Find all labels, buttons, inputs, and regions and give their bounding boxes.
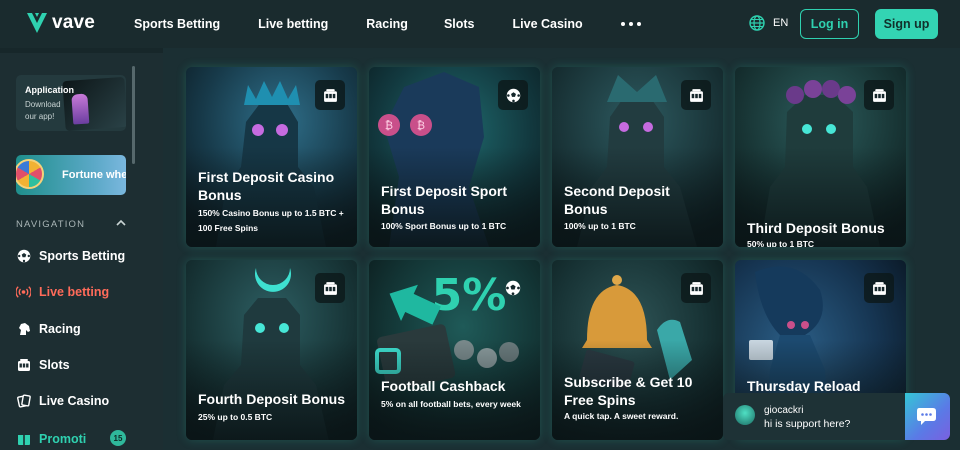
app-card-subtitle: Download our app! xyxy=(25,100,61,121)
globe-icon xyxy=(749,15,765,31)
sidebar-item-label: Racing xyxy=(39,321,81,336)
sidebar-scrollbar[interactable] xyxy=(132,66,135,164)
promo-description: A quick tap. A sweet reward. xyxy=(564,411,679,421)
vave-logo[interactable]: vave xyxy=(26,11,95,35)
promo-title: First Deposit Casino Bonus xyxy=(198,169,335,203)
svg-text:5%: 5% xyxy=(432,270,507,321)
live-broadcast-icon xyxy=(16,284,31,299)
nav-slots[interactable]: Slots xyxy=(444,17,475,31)
soccer-ball-icon xyxy=(498,80,528,110)
fortune-wheel-icon xyxy=(16,159,44,189)
nav-racing[interactable]: Racing xyxy=(366,17,408,31)
brand-name: vave xyxy=(52,12,96,33)
sidebar-item-racing[interactable]: Racing xyxy=(16,321,81,336)
promo-title: Football Cashback xyxy=(381,378,506,394)
slot-machine-icon xyxy=(864,273,894,303)
sidebar-item-label: Live Casino xyxy=(39,393,110,408)
sidebar-item-promotions[interactable]: Promoti xyxy=(16,431,86,446)
promo-description: 150% Casino Bonus up to 1.5 BTC + 100 Fr… xyxy=(198,208,344,233)
sidebar-item-slots[interactable]: Slots xyxy=(16,357,70,372)
chat-bubbles-icon xyxy=(916,407,936,425)
main-nav: Sports Betting Live betting Racing Slots… xyxy=(134,0,641,48)
horse-head-icon xyxy=(16,321,31,336)
sidebar-item-live-casino[interactable]: Live Casino xyxy=(16,393,109,408)
chat-agent-name: giocackri xyxy=(764,405,804,416)
promo-title: Fourth Deposit Bonus xyxy=(198,391,345,407)
live-casino-icon xyxy=(16,393,31,408)
signup-button[interactable]: Sign up xyxy=(875,9,938,39)
chevron-up-icon[interactable] xyxy=(116,218,126,228)
sidebar-item-label: Sports Betting xyxy=(39,248,126,263)
vave-logo-mark-icon xyxy=(27,13,47,33)
promotions-count-badge: 15 xyxy=(110,430,126,446)
slot-machine-icon xyxy=(681,80,711,110)
promo-description: 5% on all football bets, every week xyxy=(381,399,521,409)
promo-card-subscribe-free-spins[interactable]: Subscribe & Get 10 Free Spins A quick ta… xyxy=(552,260,723,440)
slot-machine-icon xyxy=(315,273,345,303)
promo-description: 25% up to 0.5 BTC xyxy=(198,412,273,422)
slot-machine-icon xyxy=(864,80,894,110)
sidebar-item-label: Slots xyxy=(39,357,70,372)
nav-sports-betting[interactable]: Sports Betting xyxy=(134,17,220,31)
svg-text:₿: ₿ xyxy=(385,119,393,132)
promo-description: 100% up to 1 BTC xyxy=(564,221,636,231)
nav-live-betting[interactable]: Live betting xyxy=(258,17,328,31)
more-dots-icon[interactable] xyxy=(620,22,641,26)
promo-title: First Deposit Sport Bonus xyxy=(381,183,508,217)
promo-title: Third Deposit Bonus xyxy=(747,220,885,236)
soccer-ball-icon xyxy=(498,273,528,303)
open-chat-button[interactable] xyxy=(905,393,950,440)
promo-card-first-deposit-sport[interactable]: ₿ ₿ First Deposit Sport Bonus 100% Sport… xyxy=(369,67,540,247)
language-code: EN xyxy=(773,17,789,29)
navigation-heading: NAVIGATION xyxy=(16,219,86,230)
promo-card-third-deposit[interactable]: Third Deposit Bonus 50% up to 1 BTC xyxy=(735,67,906,247)
fortune-wheel-banner[interactable]: Fortune whe xyxy=(16,155,126,195)
slot-machine-icon xyxy=(16,357,31,372)
promo-description: 100% Sport Bonus up to 1 BTC xyxy=(381,221,507,231)
promo-card-first-deposit-casino[interactable]: First Deposit Casino Bonus 150% Casino B… xyxy=(186,67,357,247)
nav-live-casino[interactable]: Live Casino xyxy=(513,17,583,31)
soccer-ball-icon xyxy=(16,248,31,263)
slot-machine-icon xyxy=(681,273,711,303)
sidebar: Application Download our app! Fortune wh… xyxy=(0,53,163,450)
slot-machine-icon xyxy=(315,80,345,110)
promo-card-fourth-deposit[interactable]: Fourth Deposit Bonus 25% up to 0.5 BTC xyxy=(186,260,357,440)
app-card-title: Application xyxy=(25,85,74,95)
top-header: vave Sports Betting Live betting Racing … xyxy=(0,0,960,48)
promo-description: 50% up to 1 BTC xyxy=(747,239,815,247)
promotions-icon xyxy=(16,431,31,446)
svg-text:₿: ₿ xyxy=(417,119,425,132)
avatar xyxy=(735,405,755,425)
sidebar-item-label: Promoti xyxy=(39,431,87,446)
promo-title: Second Deposit Bonus xyxy=(564,183,670,217)
sidebar-item-sports-betting[interactable]: Sports Betting xyxy=(16,248,125,263)
fortune-wheel-label: Fortune whe xyxy=(62,169,126,181)
sidebar-item-label: Live betting xyxy=(39,284,110,299)
sidebar-item-live-betting[interactable]: Live betting xyxy=(16,284,109,299)
app-download-card[interactable]: Application Download our app! xyxy=(16,75,126,131)
promotions-grid: First Deposit Casino Bonus 150% Casino B… xyxy=(163,48,960,450)
login-button[interactable]: Log in xyxy=(800,9,859,39)
promo-card-second-deposit[interactable]: Second Deposit Bonus 100% up to 1 BTC xyxy=(552,67,723,247)
promo-title: Subscribe & Get 10 Free Spins xyxy=(564,374,693,408)
promo-card-football-cashback[interactable]: 5% Football Cashback 5% on all football … xyxy=(369,260,540,440)
chat-message: hi is support here? xyxy=(764,418,851,430)
language-selector[interactable]: EN xyxy=(749,15,788,31)
